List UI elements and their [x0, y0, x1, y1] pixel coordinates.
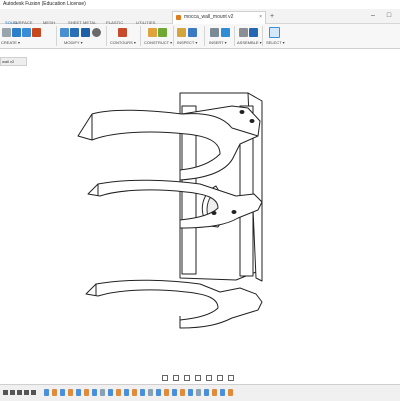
- timeline-next-icon[interactable]: [24, 390, 29, 395]
- tab-mesh[interactable]: MESH: [43, 20, 55, 25]
- timeline-feature-fillet[interactable]: [196, 389, 201, 396]
- contours-menu[interactable]: CONTOURS ▾: [110, 40, 136, 45]
- timeline-start-icon[interactable]: [3, 390, 8, 395]
- group-divider: [140, 26, 141, 46]
- tab-surface[interactable]: SURFACE: [13, 20, 33, 25]
- document-tab-label: mocca_wall_mount v2: [184, 14, 234, 20]
- fillet-icon[interactable]: [70, 28, 79, 37]
- pan-icon[interactable]: [184, 375, 190, 381]
- group-divider: [262, 26, 263, 46]
- group-divider: [234, 26, 235, 46]
- tab-utilities[interactable]: UTILITIES: [136, 20, 156, 25]
- document-tab[interactable]: mocca_wall_mount v2 ×: [172, 11, 266, 24]
- timeline-previous-icon[interactable]: [10, 390, 15, 395]
- offset-plane-icon[interactable]: [148, 28, 157, 37]
- press-pull-icon[interactable]: [60, 28, 69, 37]
- timeline-feature-sketch[interactable]: [92, 389, 97, 396]
- as-built-joint-icon[interactable]: [249, 28, 258, 37]
- select-menu[interactable]: SELECT ▾: [266, 40, 285, 45]
- extrude-icon[interactable]: [22, 28, 31, 37]
- contour-icon[interactable]: [118, 28, 127, 37]
- select-icon[interactable]: [269, 27, 280, 38]
- group-divider: [106, 26, 107, 46]
- zoom-icon[interactable]: [195, 375, 201, 381]
- revolve-icon[interactable]: [32, 28, 41, 37]
- insert-image-icon[interactable]: [221, 28, 230, 37]
- toolbar-ribbon: SOLID SURFACE MESH SHEET METAL PLASTIC U…: [0, 20, 400, 49]
- top-screw-hole: [239, 110, 245, 114]
- timeline-feature-extrude[interactable]: [132, 389, 137, 396]
- group-divider: [204, 26, 205, 46]
- timeline-feature-sketch[interactable]: [124, 389, 129, 396]
- orbit-icon[interactable]: [162, 375, 168, 381]
- modify-menu[interactable]: MODIFY ▾: [64, 40, 83, 45]
- middle-screw-hole: [231, 210, 237, 214]
- browser-label: wall v2: [2, 59, 15, 64]
- insert-mesh-icon[interactable]: [210, 28, 219, 37]
- interference-icon[interactable]: [188, 28, 197, 37]
- new-component-icon[interactable]: [2, 28, 11, 37]
- assemble-menu[interactable]: ASSEMBLE ▾: [237, 40, 262, 45]
- timeline-feature-extrude[interactable]: [228, 389, 233, 396]
- timeline-feature-sketch[interactable]: [44, 389, 49, 396]
- fit-icon[interactable]: [206, 375, 212, 381]
- tab-plastic[interactable]: PLASTIC: [106, 20, 123, 25]
- add-tab-icon[interactable]: +: [270, 12, 274, 22]
- bottom-holder-ring: [85, 279, 263, 329]
- sketch-icon[interactable]: [12, 28, 21, 37]
- timeline-play-icon[interactable]: [17, 390, 22, 395]
- timeline-feature-sketch[interactable]: [172, 389, 177, 396]
- joint-icon[interactable]: [239, 28, 248, 37]
- timeline-feature-sketch[interactable]: [188, 389, 193, 396]
- measure-icon[interactable]: [177, 28, 186, 37]
- inspect-menu[interactable]: INSPECT ▾: [177, 40, 197, 45]
- timeline: [0, 384, 400, 401]
- document-icon: [176, 15, 181, 20]
- timeline-feature-sketch[interactable]: [220, 389, 225, 396]
- group-divider: [56, 26, 57, 46]
- timeline-feature-fillet[interactable]: [100, 389, 105, 396]
- navigation-bar: [0, 372, 400, 384]
- timeline-feature-sketch[interactable]: [204, 389, 209, 396]
- timeline-feature-sketch[interactable]: [156, 389, 161, 396]
- document-tab-bar: mocca_wall_mount v2 × +: [0, 9, 400, 24]
- timeline-feature-sketch[interactable]: [140, 389, 145, 396]
- insert-menu[interactable]: INSERT ▾: [209, 40, 227, 45]
- minimize-button[interactable]: –: [366, 9, 380, 23]
- timeline-feature-sketch[interactable]: [60, 389, 65, 396]
- timeline-feature-extrude[interactable]: [68, 389, 73, 396]
- move-icon[interactable]: [92, 28, 101, 37]
- timeline-feature-extrude[interactable]: [212, 389, 217, 396]
- middle-screw-hole: [211, 211, 217, 215]
- group-divider: [173, 26, 174, 46]
- tab-sheet-metal[interactable]: SHEET METAL: [68, 20, 97, 25]
- timeline-feature-extrude[interactable]: [84, 389, 89, 396]
- chamfer-icon[interactable]: [81, 28, 90, 37]
- look-at-icon[interactable]: [173, 375, 179, 381]
- timeline-end-icon[interactable]: [31, 390, 36, 395]
- timeline-feature-fillet[interactable]: [148, 389, 153, 396]
- timeline-feature-sketch[interactable]: [76, 389, 81, 396]
- browser-panel-tab[interactable]: wall v2: [0, 57, 27, 66]
- app-title: Autodesk Fusion (Education License): [3, 1, 86, 7]
- timeline-feature-sketch[interactable]: [108, 389, 113, 396]
- close-tab-icon[interactable]: ×: [259, 12, 262, 23]
- create-menu[interactable]: CREATE ▾: [1, 40, 20, 45]
- grid-settings-icon[interactable]: [228, 375, 234, 381]
- top-screw-hole: [249, 119, 255, 123]
- timeline-feature-extrude[interactable]: [52, 389, 57, 396]
- display-settings-icon[interactable]: [217, 375, 223, 381]
- maximize-button[interactable]: □: [382, 9, 396, 23]
- timeline-feature-extrude[interactable]: [116, 389, 121, 396]
- plane-at-angle-icon[interactable]: [158, 28, 167, 37]
- wall-mount-model: [77, 92, 263, 329]
- construct-menu[interactable]: CONSTRUCT ▾: [144, 40, 172, 45]
- timeline-feature-extrude[interactable]: [164, 389, 169, 396]
- timeline-feature-extrude[interactable]: [180, 389, 185, 396]
- canvas-viewport[interactable]: [0, 66, 400, 372]
